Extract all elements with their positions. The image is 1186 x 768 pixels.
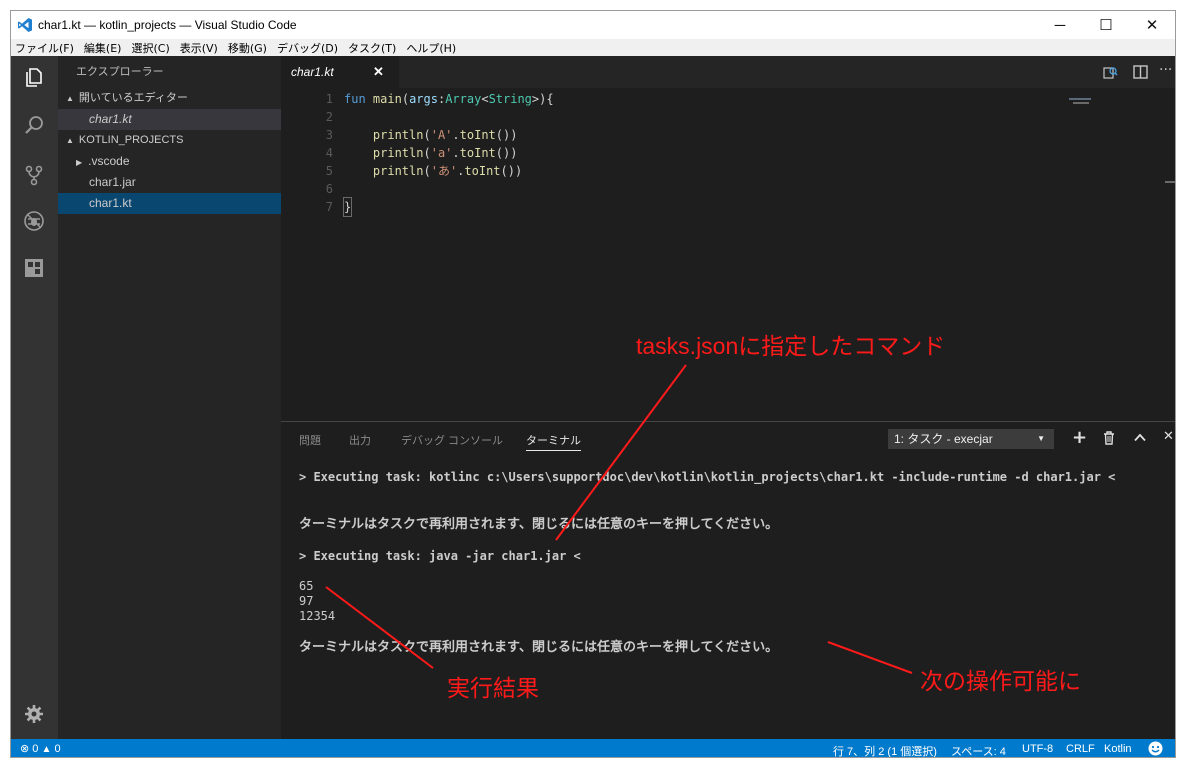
annotation-command: tasks.jsonに指定したコマンド (636, 333, 946, 359)
annotation-result: 実行結果 (447, 675, 539, 701)
annotation-arrows (325, 364, 913, 674)
annotation-next: 次の操作可能に (920, 668, 1081, 694)
